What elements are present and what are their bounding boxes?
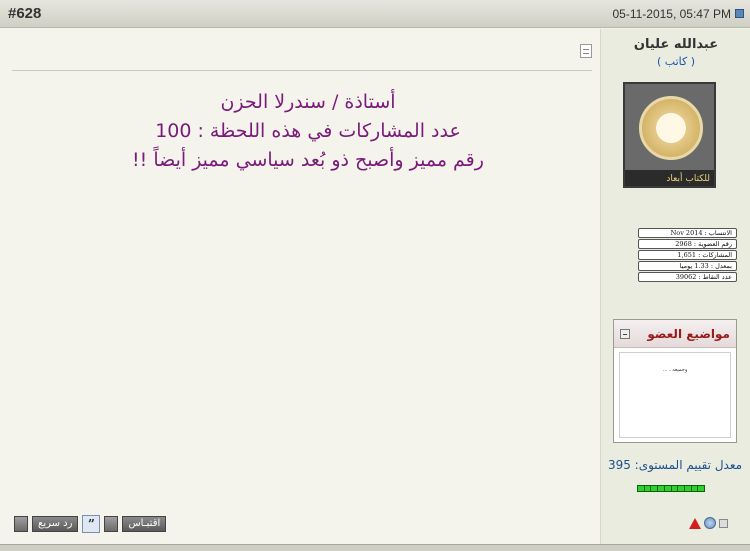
- member-topics-title: مواضيع العضو: [647, 326, 730, 341]
- user-title: ( كاتب ): [656, 55, 696, 68]
- post-date-text: 05-11-2015, 05:47 PM: [612, 6, 731, 21]
- report-warning-icon[interactable]: [689, 517, 701, 529]
- rating-segment: [671, 486, 679, 491]
- rating-segment: [698, 486, 705, 491]
- rating-segment: [651, 486, 659, 491]
- post-line: أستاذة / سندرلا الحزن: [220, 91, 396, 113]
- post-footer-strip: [0, 544, 750, 551]
- post-date: 05-11-2015, 05:47 PM: [612, 7, 744, 21]
- avatar-emblem-icon: [639, 96, 703, 160]
- stat-member-id: رقم العضوية : 2968: [638, 239, 737, 249]
- user-stats: الانتساب : Nov 2014 رقم العضوية : 2968 ا…: [638, 228, 737, 283]
- stat-daily-rate: بمعدل : 1.33 يوميا: [638, 261, 737, 271]
- user-sidebar: عبدالله عليان ( كاتب ) للكتاب أبعاد الان…: [600, 29, 750, 544]
- member-topics-list: وجميعه ، ...: [619, 352, 731, 438]
- multi-quote-icon[interactable]: ”: [82, 515, 101, 533]
- stat-posts: المشاركات : 1,651: [638, 250, 737, 260]
- user-action-icons: [689, 517, 728, 529]
- member-topics-header: مواضيع العضو: [614, 320, 736, 348]
- rating-segment: [684, 486, 692, 491]
- quote-toggle-button[interactable]: [104, 516, 119, 532]
- stat-points: عدد النقاط : 39062: [638, 272, 737, 282]
- avatar[interactable]: للكتاب أبعاد: [623, 82, 716, 188]
- quote-button[interactable]: اقتبـاس: [122, 516, 167, 532]
- globe-icon[interactable]: [704, 517, 716, 529]
- username[interactable]: عبدالله عليان: [601, 37, 750, 52]
- collapse-icon[interactable]: [620, 328, 630, 339]
- offline-status-icon: [719, 518, 728, 528]
- rating-segment: [658, 486, 665, 491]
- rating-segment: [664, 486, 672, 491]
- post-header: #628 05-11-2015, 05:47 PM: [0, 0, 750, 28]
- rating-segment: [644, 486, 652, 491]
- post-action-bar: رد سريع ” اقتبـاس: [14, 515, 167, 533]
- quick-reply-button[interactable]: رد سريع: [32, 516, 79, 532]
- post-line: رقم مميز وأصبح ذو بُعد سياسي مميز أيضاً …: [132, 149, 484, 171]
- post-line: عدد المشاركات في هذه اللحظة : 100: [155, 120, 461, 142]
- list-item[interactable]: وجميعه ، ...: [620, 367, 730, 373]
- rating-segment: [691, 486, 699, 491]
- member-topics-box: مواضيع العضو وجميعه ، ...: [613, 319, 737, 443]
- post-number[interactable]: #628: [8, 5, 41, 22]
- avatar-label: للكتاب أبعاد: [666, 174, 710, 184]
- post-document-icon: [580, 44, 592, 58]
- post-status-icon: [735, 9, 744, 18]
- rating-label: معدل تقييم المستوى: 395: [607, 458, 743, 472]
- rating-segment: [678, 486, 685, 491]
- rating-bar: [637, 485, 705, 492]
- post-divider: [12, 70, 592, 71]
- post-content: أستاذة / سندرلا الحزن عدد المشاركات في ه…: [8, 30, 598, 540]
- quick-reply-toggle-button[interactable]: [14, 516, 28, 532]
- stat-join-date: الانتساب : Nov 2014: [638, 228, 737, 238]
- post-body: أستاذة / سندرلا الحزن عدد المشاركات في ه…: [28, 88, 588, 175]
- rating-segment: [638, 486, 645, 491]
